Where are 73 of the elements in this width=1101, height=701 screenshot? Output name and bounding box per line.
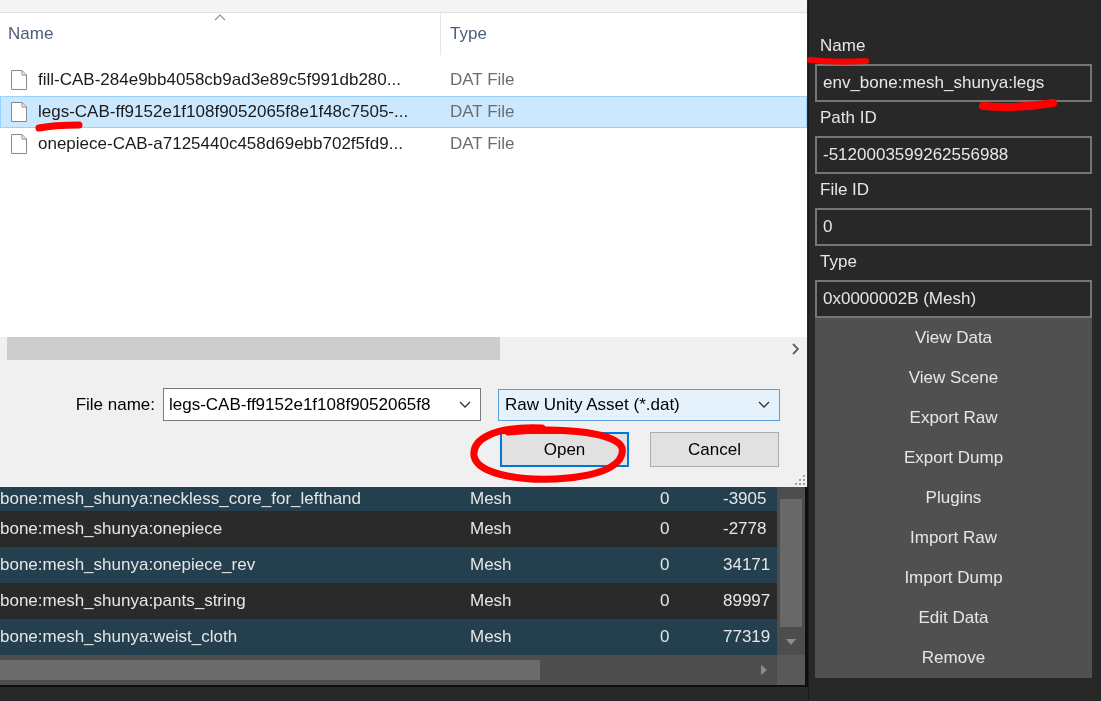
file-type: DAT File	[450, 70, 515, 90]
action-button[interactable]: Import Dump	[815, 558, 1092, 598]
file-type: DAT File	[450, 134, 515, 154]
table-cell-text: Mesh	[470, 519, 513, 539]
file-icon	[10, 69, 28, 91]
property-field[interactable]: -5120003599262556988	[815, 136, 1092, 174]
file-type-dropdown[interactable]: Raw Unity Asset (*.dat)	[498, 388, 780, 421]
property-field[interactable]: env_bone:mesh_shunya:legs	[815, 64, 1092, 102]
resize-grip-icon[interactable]	[795, 475, 805, 485]
action-button[interactable]: View Scene	[815, 358, 1092, 398]
table-cell-text: Mesh	[470, 591, 513, 611]
table-cell-text: 0	[660, 627, 671, 647]
file-name: legs-CAB-ff9152e1f108f9052065f8e1f48c7505-...	[38, 102, 410, 122]
action-button[interactable]: Plugins	[815, 478, 1092, 518]
file-name: onepiece-CAB-a7125440c458d69ebb702f5fd9...	[38, 134, 404, 154]
file-row[interactable]: onepiece-CAB-a7125440c458d69ebb702f5fd9... DAT File	[0, 128, 807, 160]
property-field[interactable]: 0x0000002B (Mesh)	[815, 280, 1092, 318]
table-cell-text: bone:mesh_shunya:weist_cloth	[0, 627, 239, 647]
table-cell-text: Mesh	[470, 489, 513, 509]
underline-scribble	[34, 120, 84, 132]
table-cell-text: 89997	[723, 591, 772, 611]
triangle-down-icon[interactable]	[786, 639, 796, 645]
file-row[interactable]: fill-CAB-284e9bb4058cb9ad3e89c5f991db280... DAT File	[0, 64, 807, 96]
triangle-right-icon[interactable]	[761, 665, 767, 675]
field-label: File name:	[75, 394, 155, 415]
column-header[interactable]: Type	[441, 13, 487, 55]
column-header[interactable]: Name	[0, 13, 441, 55]
caret-icon[interactable]	[459, 401, 471, 408]
table-cell-text: 77319	[723, 627, 772, 647]
vertical-scrollbar[interactable]	[777, 487, 805, 655]
table-cell-text: 0	[660, 555, 671, 575]
table-row[interactable]: bone:mesh_shunya:onepiece_rev Mesh 0 34171	[0, 547, 777, 583]
underline-scribble	[806, 56, 870, 66]
table-cell-text: Mesh	[470, 555, 513, 575]
property-field[interactable]: 0	[815, 208, 1092, 246]
table-cell-text: 34171	[723, 555, 772, 575]
caret-icon	[758, 401, 770, 408]
action-button[interactable]: Export Raw	[815, 398, 1092, 438]
field-label: File ID	[820, 179, 870, 200]
scrollbar-thumb[interactable]	[0, 660, 540, 680]
table-cell-text: 0	[660, 489, 671, 509]
action-button[interactable]: Export Dump	[815, 438, 1092, 478]
table-cell-text: bone:mesh_shunya:neckless_core_for_lefthand	[0, 489, 363, 509]
action-button[interactable]: Remove	[815, 638, 1092, 678]
action-button[interactable]: View Data	[815, 318, 1092, 358]
chevron-right-icon[interactable]	[792, 342, 799, 355]
field-label: Path ID	[820, 107, 877, 128]
table-cell-text: 0	[660, 519, 671, 539]
table-cell-text: bone:mesh_shunya:onepiece	[0, 519, 224, 539]
scrollbar-thumb[interactable]	[7, 337, 500, 360]
action-button[interactable]: Import Raw	[815, 518, 1092, 558]
file-name: fill-CAB-284e9bb4058cb9ad3e89c5f991db280...	[38, 70, 402, 90]
file-row[interactable]: legs-CAB-ff9152e1f108f9052065f8e1f48c7505-... DAT File	[0, 96, 807, 128]
table-cell-text: bone:mesh_shunya:pants_string	[0, 591, 247, 611]
scrollbar-thumb[interactable]	[780, 499, 802, 627]
sort-caret-icon	[214, 14, 226, 21]
table-row[interactable]: bone:mesh_shunya:neckless_core_for_lefthand Mesh 0 -3905	[0, 487, 777, 511]
table-cell-text: -3905	[723, 489, 768, 509]
table-cell-text: bone:mesh_shunya:onepiece_rev	[0, 555, 257, 575]
file-type: DAT File	[450, 102, 515, 122]
file-icon	[10, 133, 28, 155]
action-button[interactable]: Edit Data	[815, 598, 1092, 638]
field-label: Name	[820, 35, 866, 56]
table-row[interactable]: bone:mesh_shunya:weist_cloth Mesh 0 77319	[0, 619, 777, 655]
file-name-field[interactable]: legs-CAB-ff9152e1f108f9052065f8	[163, 388, 481, 421]
horizontal-scrollbar[interactable]	[0, 655, 777, 685]
dialog-button[interactable]: Cancel	[650, 432, 779, 467]
table-cell-text: -2778	[723, 519, 768, 539]
scrollbar-corner	[777, 655, 805, 685]
field-label: Type	[820, 251, 857, 272]
table-cell-text: 0	[660, 591, 671, 611]
file-icon	[10, 101, 28, 123]
table-cell-text: Mesh	[470, 627, 513, 647]
